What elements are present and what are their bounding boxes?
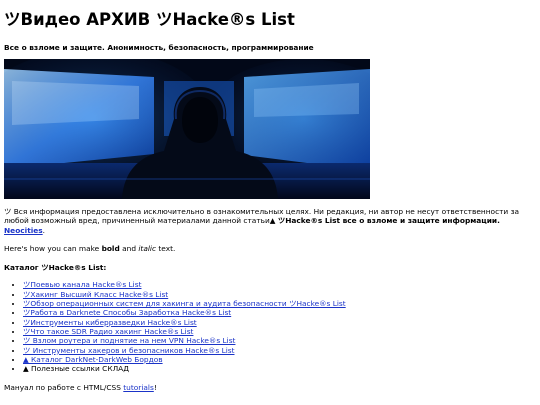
- catalog-link-router-vpn[interactable]: ツ Взлом роутера и поднятие на нем VPN Ha…: [23, 336, 235, 345]
- catalog-link-darknet-work[interactable]: ツРабота в Darknete Способы Заработка Hac…: [23, 308, 231, 317]
- page: ツВидео АРХИВ ツHacke®s List Все о взломе …: [0, 0, 540, 393]
- manual-paragraph: Мануал по работе с HTML/CSS tutorials!: [4, 383, 536, 392]
- manual-prefix: Мануал по работе с HTML/CSS: [4, 383, 124, 393]
- list-item: ▲ Каталог DarkNet-DarkWeb Бордов: [23, 355, 536, 364]
- catalog-link-os-review[interactable]: ツОбзор операционных систем для хакинга и…: [23, 299, 346, 308]
- howto-suffix: text.: [156, 243, 176, 253]
- disclaimer-bold: ツHacke®s List все о взломе и защите инфо…: [277, 216, 500, 226]
- catalog-title: Каталог ツHacke®s List:: [4, 263, 107, 273]
- catalog-link-hacking-class[interactable]: ツХакинг Высший Класс Hacke®s List: [23, 290, 168, 299]
- howto-italic: italic: [138, 243, 157, 253]
- catalog-link-preview[interactable]: ツПоевью канала Hacke®s List: [23, 280, 141, 289]
- catalog-link-darknet-boards[interactable]: ▲ Каталог DarkNet-DarkWeb Бордов: [23, 355, 163, 364]
- list-item: ツРабота в Darknete Способы Заработка Hac…: [23, 308, 536, 317]
- list-item: ツЧто такое SDR Радио хакинг Hacke®s List: [23, 327, 536, 336]
- catalog-list: ツПоевью канала Hacke®s List ツХакинг Высш…: [4, 280, 536, 373]
- list-item: ツХакинг Высший Класс Hacke®s List: [23, 290, 536, 299]
- howto-bold: bold: [101, 243, 120, 253]
- list-item: ツИнструменты киберразведки Hacke®s List: [23, 318, 536, 327]
- page-subtitle: Все о взломе и защите. Анонимность, безо…: [4, 43, 314, 52]
- howto-paragraph: Here's how you can make bold and italic …: [4, 244, 536, 253]
- disclaimer-end: .: [42, 225, 46, 235]
- list-item: ツ Взлом роутера и поднятие на нем VPN Ha…: [23, 336, 536, 345]
- page-title: ツВидео АРХИВ ツHacke®s List: [4, 10, 295, 29]
- neocities-link[interactable]: Neocities: [4, 226, 43, 235]
- catalog-link-hacker-tools[interactable]: ツ Инструменты хакеров и безопасников Hac…: [23, 346, 235, 355]
- list-item: ツОбзор операционных систем для хакинга и…: [23, 299, 536, 308]
- tutorials-link[interactable]: tutorials: [123, 383, 154, 392]
- howto-prefix: Here's how you can make: [4, 243, 102, 253]
- list-item: ツПоевью канала Hacke®s List: [23, 280, 536, 289]
- manual-suffix: !: [153, 383, 157, 393]
- hacker-hoodie-monitors-image: [4, 59, 370, 199]
- disclaimer-paragraph: ツ Вся информация предоставлена исключите…: [4, 207, 536, 235]
- list-item: ▲ Полезные ссылки СКЛАД: [23, 364, 536, 373]
- catalog-link-sdr[interactable]: ツЧто такое SDR Радио хакинг Hacke®s List: [23, 327, 193, 336]
- catalog-link-osint-tools[interactable]: ツИнструменты киберразведки Hacke®s List: [23, 318, 197, 327]
- howto-middle: and: [119, 243, 139, 253]
- catalog-text-useful-links: ▲ Полезные ссылки СКЛАД: [23, 364, 129, 374]
- list-item: ツ Инструменты хакеров и безопасников Hac…: [23, 346, 536, 355]
